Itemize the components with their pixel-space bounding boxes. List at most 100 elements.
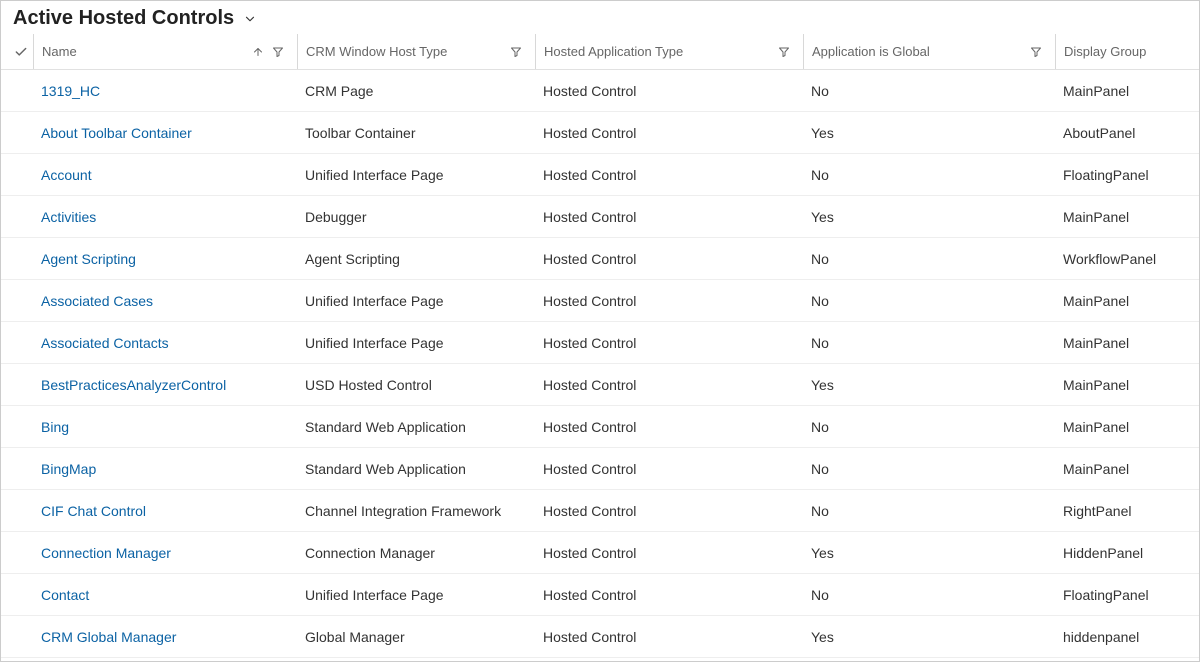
cell-name: BestPracticesAnalyzerControl (33, 364, 297, 405)
cell-application-is-global: Yes (803, 112, 1055, 153)
row-checkbox[interactable] (9, 280, 33, 321)
table-row[interactable]: BingStandard Web ApplicationHosted Contr… (1, 406, 1199, 448)
table-row[interactable]: Account Unified Interface PageHosted Cont… (1, 154, 1199, 196)
table-row[interactable]: 1319_HCCRM PageHosted ControlNoMainPanel (1, 70, 1199, 112)
cell-application-is-global: Yes (803, 364, 1055, 405)
column-header-display-group[interactable]: Display Group (1055, 34, 1191, 69)
cell-name: Bing (33, 406, 297, 447)
cell-crm-window-host-type: CRM Page (297, 70, 535, 111)
cell-display-group: FloatingPanel (1055, 574, 1191, 615)
row-checkbox[interactable] (9, 238, 33, 279)
filter-icon[interactable] (777, 45, 791, 59)
column-header-name[interactable]: Name (33, 34, 297, 69)
cell-hosted-application-type: Hosted Control (535, 574, 803, 615)
cell-application-is-global: Yes (803, 196, 1055, 237)
record-link[interactable]: BingMap (41, 461, 96, 477)
record-link[interactable]: Associated Contacts (41, 335, 169, 351)
page-container: Active Hosted Controls Name CRM Window (0, 0, 1200, 662)
row-checkbox[interactable] (9, 574, 33, 615)
table-row[interactable]: CIF Chat Control Channel Integration Fram… (1, 490, 1199, 532)
cell-hosted-application-type: Hosted Control (535, 154, 803, 195)
table-row[interactable]: BestPracticesAnalyzerControlUSD Hosted C… (1, 364, 1199, 406)
record-link[interactable]: Connection Manager (41, 545, 171, 561)
record-link[interactable]: Activities (41, 209, 96, 225)
table-row[interactable]: Associated Contacts Unified Interface Pag… (1, 322, 1199, 364)
record-link[interactable]: Account (41, 167, 92, 183)
table-row[interactable]: Associated Cases Unified Interface PageHo… (1, 280, 1199, 322)
row-checkbox[interactable] (9, 490, 33, 531)
cell-hosted-application-type: Hosted Control (535, 280, 803, 321)
column-label: Hosted Application Type (544, 44, 777, 59)
cell-application-is-global: No (803, 154, 1055, 195)
row-checkbox[interactable] (9, 70, 33, 111)
row-checkbox[interactable] (9, 196, 33, 237)
table-row[interactable]: CRM Global ManagerGlobal ManagerHosted C… (1, 616, 1199, 658)
row-checkbox[interactable] (9, 154, 33, 195)
record-link[interactable]: Contact (41, 587, 89, 603)
view-selector[interactable]: Active Hosted Controls (1, 1, 1199, 34)
cell-application-is-global: Yes (803, 616, 1055, 657)
record-link[interactable]: Associated Cases (41, 293, 153, 309)
cell-crm-window-host-type: Agent Scripting (297, 238, 535, 279)
record-link[interactable]: Agent Scripting (41, 251, 136, 267)
cell-hosted-application-type: Hosted Control (535, 448, 803, 489)
check-icon (14, 45, 28, 59)
record-link[interactable]: CIF Chat Control (41, 503, 146, 519)
row-checkbox[interactable] (9, 112, 33, 153)
cell-name: Connection Manager (33, 532, 297, 573)
cell-name: About Toolbar Container (33, 112, 297, 153)
filter-icon[interactable] (271, 45, 285, 59)
filter-icon[interactable] (509, 45, 523, 59)
record-link[interactable]: 1319_HC (41, 83, 100, 99)
select-all-checkbox[interactable] (9, 34, 33, 69)
cell-display-group: MainPanel (1055, 322, 1191, 363)
table-row[interactable]: ActivitiesDebuggerHosted ControlYesMainP… (1, 196, 1199, 238)
cell-application-is-global: No (803, 238, 1055, 279)
row-checkbox[interactable] (9, 322, 33, 363)
cell-crm-window-host-type: Global Manager (297, 616, 535, 657)
cell-application-is-global: No (803, 490, 1055, 531)
record-link[interactable]: BestPracticesAnalyzerControl (41, 377, 226, 393)
cell-crm-window-host-type: Unified Interface Page (297, 280, 535, 321)
record-link[interactable]: About Toolbar Container (41, 125, 192, 141)
row-checkbox[interactable] (9, 364, 33, 405)
cell-crm-window-host-type: Toolbar Container (297, 112, 535, 153)
cell-application-is-global: No (803, 280, 1055, 321)
grid-header: Name CRM Window Host Type Hosted Applica… (1, 34, 1199, 70)
cell-crm-window-host-type: Unified Interface Page (297, 322, 535, 363)
cell-display-group: MainPanel (1055, 448, 1191, 489)
table-row[interactable]: Agent ScriptingAgent ScriptingHosted Con… (1, 238, 1199, 280)
cell-crm-window-host-type: Unified Interface Page (297, 154, 535, 195)
cell-crm-window-host-type: Standard Web Application (297, 406, 535, 447)
row-checkbox[interactable] (9, 406, 33, 447)
record-link[interactable]: CRM Global Manager (41, 629, 176, 645)
cell-display-group: MainPanel (1055, 280, 1191, 321)
column-header-crm-window-host-type[interactable]: CRM Window Host Type (297, 34, 535, 69)
cell-name: Account (33, 154, 297, 195)
filter-icon[interactable] (1029, 45, 1043, 59)
cell-hosted-application-type: Hosted Control (535, 532, 803, 573)
cell-crm-window-host-type: Unified Interface Page (297, 574, 535, 615)
row-checkbox[interactable] (9, 448, 33, 489)
cell-crm-window-host-type: Debugger (297, 196, 535, 237)
cell-crm-window-host-type: Standard Web Application (297, 448, 535, 489)
table-row[interactable]: About Toolbar Container Toolbar Container… (1, 112, 1199, 154)
record-link[interactable]: Bing (41, 419, 69, 435)
column-header-application-is-global[interactable]: Application is Global (803, 34, 1055, 69)
table-row[interactable]: BingMap Standard Web ApplicationHosted Co… (1, 448, 1199, 490)
cell-application-is-global: No (803, 322, 1055, 363)
cell-application-is-global: No (803, 70, 1055, 111)
cell-hosted-application-type: Hosted Control (535, 112, 803, 153)
chevron-down-icon (242, 11, 258, 27)
cell-name: CIF Chat Control (33, 490, 297, 531)
cell-name: Agent Scripting (33, 238, 297, 279)
cell-name: Activities (33, 196, 297, 237)
sort-ascending-icon[interactable] (251, 45, 265, 59)
table-row[interactable]: Contact Unified Interface PageHosted Cont… (1, 574, 1199, 616)
row-checkbox[interactable] (9, 616, 33, 657)
cell-crm-window-host-type: Channel Integration Framework (297, 490, 535, 531)
cell-hosted-application-type: Hosted Control (535, 322, 803, 363)
row-checkbox[interactable] (9, 532, 33, 573)
column-header-hosted-application-type[interactable]: Hosted Application Type (535, 34, 803, 69)
table-row[interactable]: Connection ManagerConnection ManagerHost… (1, 532, 1199, 574)
